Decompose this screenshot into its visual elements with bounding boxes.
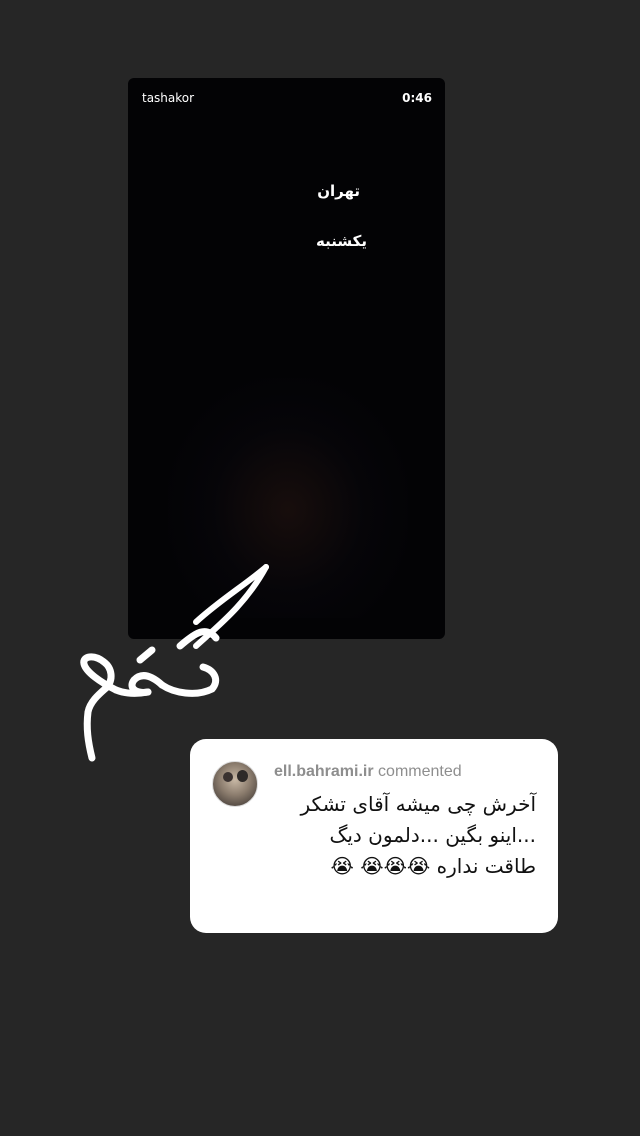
- comment-username[interactable]: ell.bahrami.ir: [274, 763, 374, 780]
- avatar[interactable]: [212, 761, 258, 807]
- story-timestamp: 0:46: [402, 91, 432, 105]
- comment-header: ell.bahrami.ir commented: [274, 763, 462, 781]
- story-canvas: tashakor 0:46 تهران یکشنبه ell.bahrami.i…: [0, 0, 640, 1136]
- shared-story-preview[interactable]: tashakor 0:46 تهران یکشنبه: [128, 78, 445, 639]
- story-image: [168, 378, 408, 618]
- story-text-line: تهران: [317, 182, 360, 200]
- comment-card[interactable]: ell.bahrami.ir commented آخرش چی میشه آق…: [190, 739, 558, 933]
- story-username[interactable]: tashakor: [142, 91, 194, 105]
- handwritten-word: [80, 628, 220, 762]
- story-text-line: یکشنبه: [316, 232, 367, 250]
- comment-text: آخرش چی میشه آقای تشکر ...اینو بگین ...د…: [300, 792, 537, 878]
- comment-action: commented: [378, 763, 462, 780]
